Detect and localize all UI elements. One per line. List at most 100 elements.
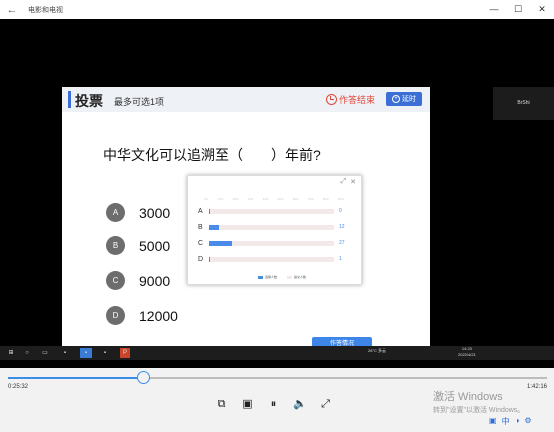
current-time: 0:25:32 [8, 384, 29, 390]
window-title: 电影和电视 [28, 6, 63, 14]
option-b[interactable]: B 5000 [106, 236, 170, 255]
legend-label: 提交人数 [294, 275, 307, 279]
option-value: 5000 [139, 237, 171, 254]
pause-icon[interactable]: ⏸ [267, 398, 280, 411]
tick-label: 0% [204, 197, 209, 201]
powerpoint-icon[interactable]: P [120, 348, 130, 358]
result-label: A [198, 207, 203, 215]
window-titlebar: ← 电影和电视 — ☐ ✕ [0, 0, 554, 19]
ime-language[interactable]: 中 [502, 416, 510, 427]
activation-title: 激活 Windows [433, 391, 503, 403]
option-letter: D [106, 306, 125, 325]
result-track [209, 256, 334, 262]
expand-icon[interactable]: ⤢ [341, 178, 347, 186]
tick-label: 60% [292, 197, 299, 201]
tray-icon[interactable]: ⚙ [524, 416, 531, 427]
maximize-button[interactable]: ☐ [506, 0, 530, 19]
result-row: C 27 [198, 239, 358, 247]
remote-clock: 14:23 2022/4/21 [458, 346, 476, 358]
end-answer-label: 作答结束 [339, 95, 376, 105]
tick-label: 20% [232, 197, 239, 201]
question-text: 中华文化可以追溯至（ ）年前? [103, 147, 321, 163]
close-icon[interactable]: ✕ [350, 178, 356, 186]
cast-icon[interactable]: ⧉ [215, 398, 228, 411]
slide-subtitle: 最多可选1项 [114, 97, 165, 107]
option-d[interactable]: D 12000 [106, 306, 178, 325]
option-value: 9000 [139, 272, 171, 289]
tick-label: 40% [262, 197, 269, 201]
option-value: 3000 [139, 204, 171, 221]
system-tray: ▣ 中 ◑ ⚙ [489, 416, 532, 427]
result-bar [209, 224, 219, 230]
search-icon[interactable]: ○ [22, 348, 32, 358]
window-controls: — ☐ ✕ [482, 0, 554, 19]
option-letter: B [106, 236, 125, 255]
tray-app-icon[interactable]: ▣ [489, 416, 497, 427]
picture-in-picture-icon[interactable]: ▣ [241, 398, 254, 411]
tick-label: 30% [247, 197, 254, 201]
weather-text: 28°C 多云 [368, 348, 387, 353]
windows-start-icon[interactable]: ⊞ [6, 348, 16, 358]
activate-windows-watermark: 激活 Windows 转到"设置"以激活 Windows。 [433, 388, 524, 415]
option-letter: C [106, 271, 125, 290]
percent-ticks: 0% 10% 20% 30% 40% 50% 60% 70% 80% 90% [204, 197, 344, 201]
tick-label: 90% [337, 197, 344, 201]
slide-header: 投票 最多可选1项 作答结束 + 延时 [62, 87, 430, 112]
result-row: D 1 [198, 255, 358, 263]
close-button[interactable]: ✕ [530, 0, 554, 19]
minimize-button[interactable]: — [482, 0, 506, 19]
option-value: 12000 [139, 307, 178, 324]
slide-title: 投票 [75, 93, 103, 109]
result-label: D [198, 255, 204, 263]
result-count: 12 [339, 224, 345, 230]
header-accent-bar [68, 91, 71, 108]
result-count: 0 [339, 208, 342, 214]
result-bar [209, 256, 210, 262]
seek-bar[interactable] [8, 371, 547, 384]
result-label: B [198, 223, 203, 231]
task-view-icon[interactable]: ▭ [40, 348, 50, 358]
result-bar [209, 240, 232, 246]
taskbar-app-icon[interactable]: ▪ [100, 348, 110, 358]
tick-label: 50% [277, 197, 284, 201]
result-bar [209, 208, 210, 214]
tick-label: 80% [322, 197, 329, 201]
plus-circle-icon: + [392, 95, 400, 103]
back-arrow-icon[interactable]: ← [0, 4, 24, 16]
extend-time-button[interactable]: + 延时 [386, 92, 422, 106]
legend-label: 选择人数 [265, 275, 278, 279]
playback-buttons: ⧉ ▣ ⏸ 🔈 ⤢ [215, 398, 332, 411]
alarm-clock-icon [326, 94, 337, 105]
remote-taskbar: ⊞ ○ ▭ ▪ ▪ ▪ P 28°C 多云 14:23 2022/4/21 [0, 346, 554, 360]
total-time: 1:42:16 [527, 384, 548, 390]
result-track [209, 240, 334, 246]
seek-thumb[interactable] [136, 371, 150, 384]
clock-date: 2022/4/21 [458, 352, 476, 357]
end-answer-button[interactable]: 作答结束 [326, 93, 375, 106]
player-controls: 0:25:32 1:42:16 ⧉ ▣ ⏸ 🔈 ⤢ 激活 Windows 转到"… [0, 368, 554, 432]
result-count: 1 [339, 256, 342, 262]
participant-name: BrShi [517, 100, 530, 106]
tick-label: 10% [217, 197, 224, 201]
seek-progress [8, 377, 143, 379]
popup-titlebar: ⤢ ✕ [188, 176, 361, 190]
result-track [209, 208, 334, 214]
participant-tile: BrShi [493, 87, 554, 120]
legend-item: 选择人数 [258, 275, 277, 279]
results-popup: ⤢ ✕ 0% 10% 20% 30% 40% 50% 60% 70% 80% 9… [187, 175, 362, 285]
remote-tray: 28°C 多云 [368, 348, 386, 354]
result-track [209, 224, 334, 230]
extend-time-label: 延时 [402, 96, 416, 103]
taskbar-app-icon[interactable]: ▪ [80, 348, 92, 358]
fullscreen-icon[interactable]: ⤢ [319, 398, 332, 411]
tray-icon[interactable]: ◑ [515, 416, 520, 427]
result-count: 27 [339, 240, 345, 246]
taskbar-app-icon[interactable]: ▪ [60, 348, 70, 358]
volume-icon[interactable]: 🔈 [293, 398, 307, 411]
option-letter: A [106, 203, 125, 222]
results-legend: 选择人数 提交人数 [258, 275, 306, 279]
option-a[interactable]: A 3000 [106, 203, 170, 222]
result-row: A 0 [198, 207, 358, 215]
option-c[interactable]: C 9000 [106, 271, 170, 290]
tick-label: 70% [307, 197, 314, 201]
